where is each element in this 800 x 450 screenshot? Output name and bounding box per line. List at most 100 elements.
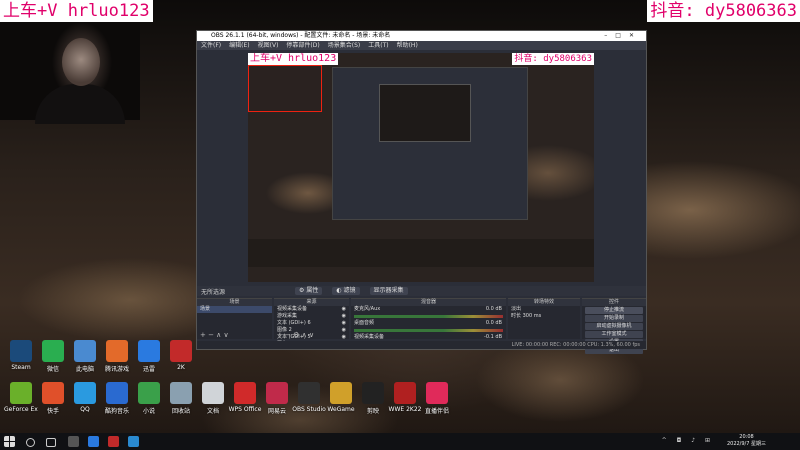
windows-start-icon[interactable] <box>4 436 15 447</box>
volume-meter[interactable] <box>354 329 503 332</box>
wechat-icon <box>42 340 64 362</box>
source-item-label: 游戏采集 <box>277 313 298 319</box>
capcut-icon <box>362 382 384 404</box>
mixer-dock: 混音器 麦克风/Aux 0.0 dB 桌面音频 0.0 dB 视频采集设备 -0.1 dB <box>351 298 506 346</box>
desktop-shortcut[interactable]: OBS Studio <box>292 382 326 413</box>
menu-item[interactable]: 停靠部件(D) <box>286 41 319 50</box>
menu-item[interactable]: 场景集合(S) <box>328 41 361 50</box>
music-icon <box>266 382 288 404</box>
2k-icon <box>170 340 192 362</box>
sources-toolbar[interactable]: + − ⚙ ∧ ∨ <box>274 331 349 339</box>
properties-button[interactable]: ⚙ 属性 <box>295 287 323 295</box>
obs-window[interactable]: OBS 26.1.1 (64-bit, windows) - 配置文件: 未命名… <box>196 30 647 354</box>
desktop-shortcut[interactable]: Steam <box>4 340 38 371</box>
scene-item[interactable]: 场景 <box>197 306 272 313</box>
system-tray[interactable]: ^ ◘ ♪ ⊞ <box>662 437 714 444</box>
visibility-eye-icon[interactable]: ◉ <box>342 320 346 327</box>
desktop-shortcut-label: 网易云 <box>267 408 286 415</box>
desktop-shortcut[interactable]: 回收站 <box>164 382 198 415</box>
preview-overlay-left: 上车+V hrluo123 <box>248 53 339 65</box>
source-item-label: 文本 (GDI+) 6 <box>277 320 311 326</box>
menu-item[interactable]: 工具(T) <box>368 41 388 50</box>
mixer-header: 混音器 <box>351 299 506 306</box>
desktop-shortcut[interactable]: 小说 <box>132 382 166 415</box>
mixer-channel-name: 视频采集设备 <box>354 334 385 340</box>
desktop-shortcut[interactable]: 迅雷 <box>132 340 166 373</box>
source-item[interactable]: 视频采集设备 ◉ <box>274 306 349 313</box>
controls-dock: 控件 停止推流开始录制启动虚拟摄像机工作室模式设置退出 <box>582 298 646 354</box>
obs-title-bar[interactable]: OBS 26.1.1 (64-bit, windows) - 配置文件: 未命名… <box>197 31 646 41</box>
obs-preview-canvas[interactable]: 上车+V hrluo123 抖音: dy5806363 <box>248 53 594 282</box>
steam-icon <box>10 340 32 362</box>
close-icon[interactable]: ✕ <box>629 32 642 39</box>
volume-meter[interactable] <box>354 315 503 318</box>
desktop-shortcut[interactable]: 此电脑 <box>68 340 102 373</box>
desktop-shortcut-label: 小说 <box>142 408 155 415</box>
desktop-shortcut[interactable]: 直播伴侣 <box>420 382 454 415</box>
desktop-shortcut[interactable]: QQ <box>68 382 102 413</box>
obs-icon <box>298 382 320 404</box>
visibility-eye-icon[interactable]: ◉ <box>342 313 346 320</box>
taskbar-clock[interactable]: 20:08 2022/9/7 星期三 <box>727 434 766 448</box>
desktop-shortcut[interactable]: 酷狗音乐 <box>100 382 134 415</box>
source-item[interactable]: 文本 (GDI+) 6 ◉ <box>274 320 349 327</box>
desktop-shortcut-label: WeGame <box>327 406 355 413</box>
computer-icon <box>74 340 96 362</box>
scenes-toolbar[interactable]: + − ∧ ∨ <box>197 331 272 339</box>
mixer-channel: 麦克风/Aux 0.0 dB <box>351 306 506 318</box>
sources-header: 来源 <box>274 299 349 306</box>
control-button[interactable]: 工作室模式 <box>585 331 643 338</box>
preview-icon-strip <box>248 239 594 267</box>
desktop-shortcut[interactable]: 腾讯游戏 <box>100 340 134 373</box>
control-button[interactable]: 开始录制 <box>585 315 643 322</box>
preview-webcam-source[interactable] <box>248 65 322 112</box>
menu-item[interactable]: 文件(F) <box>201 41 221 50</box>
desktop-shortcut[interactable]: WWE 2K22 <box>388 382 422 413</box>
obs-status-bar: LIVE: 00:00:00 REC: 00:00:00 CPU: 1.3%, … <box>197 341 646 349</box>
taskbar-app-browser-icon[interactable] <box>128 436 139 447</box>
taskbar-app-obs-icon[interactable] <box>68 436 79 447</box>
mixer-channel-name: 麦克风/Aux <box>354 306 381 312</box>
mixer-channel-name: 桌面音频 <box>354 320 375 326</box>
preview-overlay-right: 抖音: dy5806363 <box>512 53 594 65</box>
visibility-eye-icon[interactable]: ◉ <box>342 306 346 313</box>
minimize-icon[interactable]: – <box>604 32 615 39</box>
display-capture-button[interactable]: 显示器采集 <box>369 287 408 295</box>
desktop-shortcut[interactable]: 2K <box>164 340 198 371</box>
task-view-icon[interactable] <box>46 438 56 447</box>
desktop-shortcut[interactable]: 微信 <box>36 340 70 373</box>
scenes-dock: 场景 场景 + − ∧ ∨ <box>197 298 272 339</box>
desktop-shortcut[interactable]: GeForce Experience <box>4 382 38 413</box>
menu-item[interactable]: 视图(V) <box>258 41 279 50</box>
taskbar-app-live-icon[interactable] <box>108 436 119 447</box>
control-button[interactable]: 停止推流 <box>585 307 643 314</box>
search-icon[interactable] <box>26 438 35 447</box>
preview-nested-obs <box>332 67 528 220</box>
mixer-channel-db: 0.0 dB <box>485 306 502 312</box>
desktop-shortcut-label: OBS Studio <box>292 406 326 413</box>
menu-item[interactable]: 帮助(H) <box>397 41 418 50</box>
scenes-header: 场景 <box>197 299 272 306</box>
desktop-shortcut[interactable]: 剪映 <box>356 382 390 415</box>
desktop-shortcut-label: 酷狗音乐 <box>104 408 129 415</box>
transition-duration[interactable]: 时长 300 ms <box>508 313 580 320</box>
desktop-shortcut[interactable]: 网易云 <box>260 382 294 415</box>
desktop-shortcut-label: 回收站 <box>171 408 190 415</box>
filters-button[interactable]: ◐ 滤镜 <box>332 287 360 295</box>
maximize-icon[interactable]: □ <box>615 32 629 39</box>
kugou-icon <box>106 382 128 404</box>
overlay-wechat-text: 上车+V hrluo123 <box>0 0 153 22</box>
desktop-shortcut[interactable]: WeGame <box>324 382 358 413</box>
control-button[interactable]: 启动虚拟摄像机 <box>585 323 643 330</box>
desktop-shortcut[interactable]: 快手 <box>36 382 70 415</box>
taskbar-app-edge-icon[interactable] <box>88 436 99 447</box>
desktop-shortcut-label: 2K <box>177 364 185 371</box>
desktop-shortcut-label: Steam <box>11 364 31 371</box>
obs-window-title: OBS 26.1.1 (64-bit, windows) - 配置文件: 未命名… <box>211 32 391 39</box>
transition-type-select[interactable]: 淡出 <box>508 306 580 313</box>
window-controls[interactable]: –□✕ <box>604 31 642 41</box>
menu-item[interactable]: 编辑(E) <box>229 41 249 50</box>
desktop-shortcut[interactable]: WPS Office <box>228 382 262 413</box>
source-item[interactable]: 游戏采集 ◉ <box>274 313 349 320</box>
desktop-shortcut[interactable]: 文档 <box>196 382 230 415</box>
